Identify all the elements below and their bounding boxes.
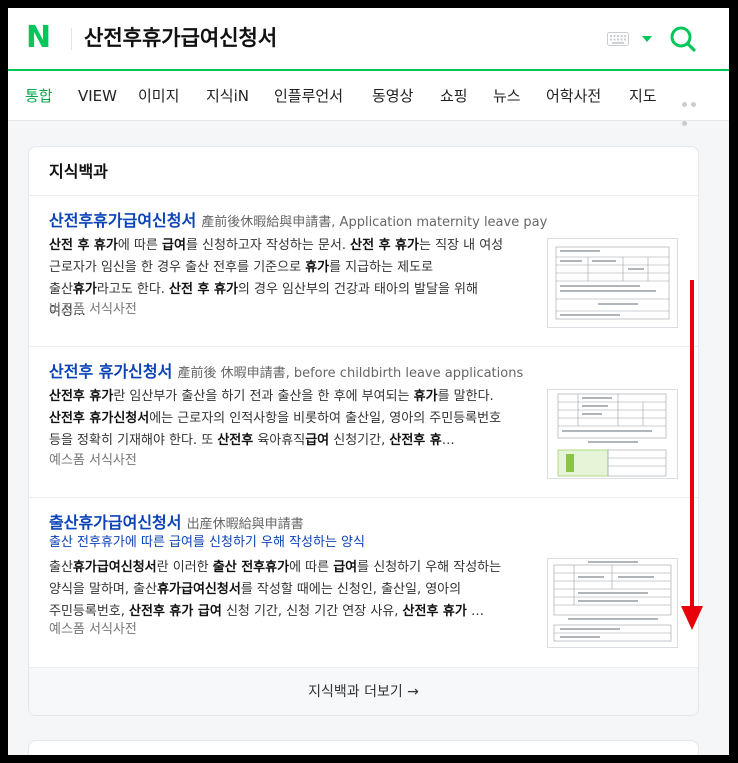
- tab-map[interactable]: 지도: [629, 71, 657, 121]
- item-source[interactable]: 비즈폼 서식사전: [49, 300, 137, 320]
- item-title-link[interactable]: 산전후 휴가신청서: [49, 362, 172, 381]
- more-encyclopedia-button[interactable]: 지식백과 더보기 →: [29, 667, 698, 715]
- tab-kin[interactable]: 지식iN: [206, 71, 249, 121]
- keyboard-icon[interactable]: [607, 32, 629, 46]
- item-summary: 출산 전후휴가에 따른 급여를 신청하기 우해 작성하는 양식: [49, 535, 365, 550]
- item-title-suffix: 產前後 休暇申請書, before childbirth leave appli…: [177, 366, 524, 381]
- list-item: 산전후 휴가신청서 產前後 休暇申請書, before childbirth l…: [29, 347, 698, 497]
- search-icon[interactable]: [669, 25, 697, 53]
- item-source[interactable]: 예스폼 서식사전: [49, 451, 137, 471]
- document-thumbnail[interactable]: [547, 558, 678, 648]
- item-description: 출산휴가급여신청서란 이러한 출산 전후휴가에 따른 급여를 신청하기 우해 작…: [49, 560, 502, 619]
- tab-news[interactable]: 뉴스: [493, 71, 521, 121]
- item-description: 산전후 휴가란 임산부가 출산을 하기 전과 출산을 한 후에 부여되는 휴가를…: [49, 389, 502, 448]
- document-thumbnail[interactable]: [547, 389, 678, 479]
- item-title-suffix: 產前後休暇給與申請書, Application maternity leave …: [201, 215, 548, 230]
- tab-influencer[interactable]: 인플루언서: [274, 71, 343, 121]
- search-tabs: 통합 VIEW 이미지 지식iN 인플루언서 동영상 쇼핑 뉴스 어학사전 지도: [8, 71, 729, 126]
- item-title[interactable]: 산전후휴가급여신청서 產前後休暇給與申請書, Application mater…: [49, 210, 547, 234]
- document-thumbnail[interactable]: [547, 238, 678, 328]
- tab-image[interactable]: 이미지: [138, 71, 179, 121]
- naver-logo[interactable]: N: [26, 23, 51, 53]
- form-preview-image: [557, 393, 667, 477]
- form-preview-image: [553, 561, 672, 642]
- form-preview-image: [555, 246, 670, 320]
- scroll-down-arrow-annotation: [681, 280, 703, 630]
- list-item: 산전후휴가급여신청서 產前後休暇給與申請書, Application mater…: [29, 196, 698, 346]
- more-tabs-icon[interactable]: [682, 92, 708, 126]
- item-title-suffix: 出産休暇給與申請書: [186, 517, 304, 532]
- browser-viewport: N 산전후휴가급여신청서 통합 VIEW 이미지 지식iN 인플루언서 동영상 …: [8, 8, 729, 755]
- item-title-link[interactable]: 산전후휴가급여신청서: [49, 211, 196, 230]
- knowledge-encyclopedia-card: 지식백과 산전후휴가급여신청서 產前後休暇給與申請書, Application …: [28, 146, 699, 716]
- caret-down-icon[interactable]: [641, 35, 653, 43]
- search-header: N 산전후휴가급여신청서: [8, 8, 729, 71]
- item-title[interactable]: 산전후 휴가신청서 產前後 休暇申請書, before childbirth l…: [49, 361, 523, 385]
- next-section-card: [28, 740, 699, 755]
- item-title-link[interactable]: 출산휴가급여신청서: [49, 513, 181, 532]
- tab-integrated[interactable]: 통합: [25, 71, 53, 121]
- card-title: 지식백과: [49, 162, 108, 181]
- header-divider: [71, 28, 72, 50]
- item-source[interactable]: 예스폼 서식사전: [49, 620, 137, 640]
- tab-video[interactable]: 동영상: [372, 71, 413, 121]
- tab-dictionary[interactable]: 어학사전: [546, 71, 601, 121]
- tab-shopping[interactable]: 쇼핑: [440, 71, 468, 121]
- search-query[interactable]: 산전후휴가급여신청서: [84, 22, 277, 54]
- tab-view[interactable]: VIEW: [78, 71, 117, 121]
- list-item: 출산휴가급여신청서 出産休暇給與申請書 출산 전후휴가에 따른 급여를 신청하기…: [29, 498, 698, 668]
